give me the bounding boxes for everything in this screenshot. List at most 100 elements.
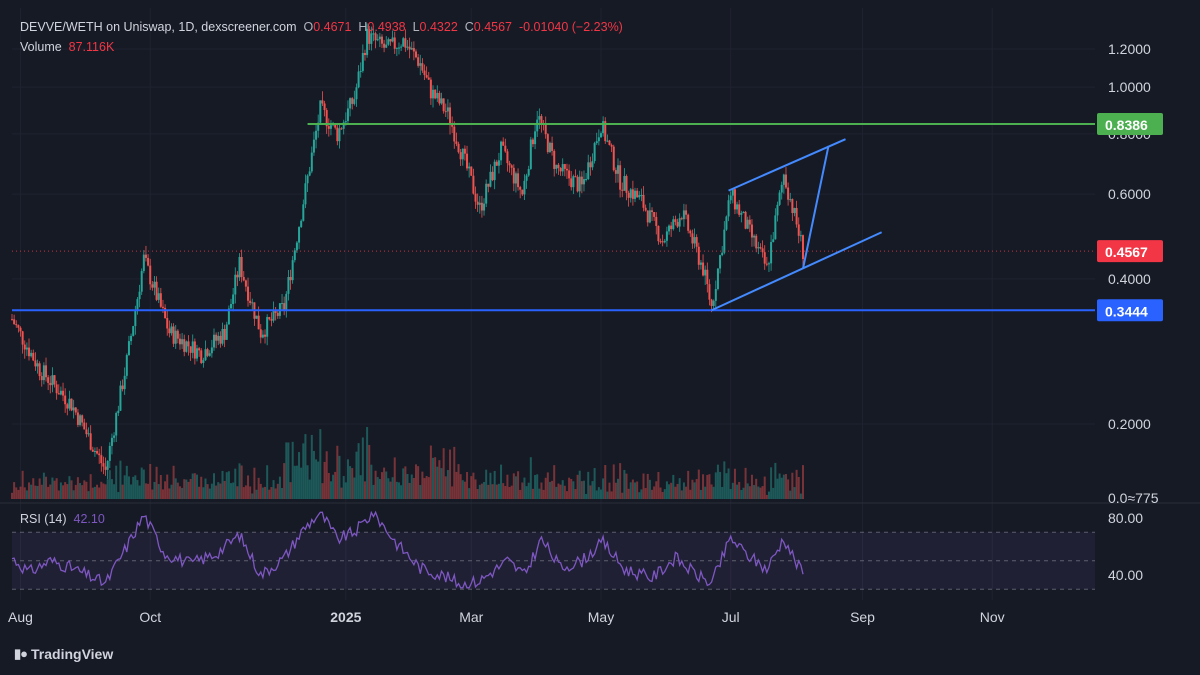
candle-body bbox=[561, 164, 564, 172]
candle-body bbox=[493, 161, 496, 181]
volume-bar bbox=[693, 482, 696, 499]
candle-body bbox=[32, 352, 35, 361]
volume-bar bbox=[591, 481, 594, 499]
candle-body bbox=[123, 375, 126, 390]
volume-bar bbox=[34, 485, 37, 499]
volume-bar bbox=[89, 474, 92, 499]
rsi-tick-label: 80.00 bbox=[1108, 510, 1143, 526]
candle-body bbox=[66, 404, 69, 409]
volume-bar bbox=[357, 443, 360, 499]
candle-body bbox=[42, 365, 45, 381]
candle-body bbox=[646, 210, 649, 223]
candle-body bbox=[523, 180, 526, 195]
volume-bar bbox=[714, 472, 717, 499]
volume-bar bbox=[359, 475, 362, 499]
volume-bar bbox=[710, 484, 713, 499]
volume-bar bbox=[397, 482, 400, 499]
candle-body bbox=[767, 263, 770, 265]
volume-bar bbox=[472, 472, 475, 499]
high-value: 0.4938 bbox=[367, 20, 406, 34]
candle-body bbox=[438, 92, 441, 104]
volume-bar bbox=[723, 461, 726, 499]
candle-body bbox=[540, 116, 543, 124]
volume-bar bbox=[508, 486, 511, 499]
volume-bar bbox=[13, 482, 16, 499]
volume-bar bbox=[25, 490, 28, 499]
candle-body bbox=[217, 335, 220, 341]
candle-body bbox=[702, 262, 705, 276]
volume-bar bbox=[546, 472, 549, 499]
volume-tick-label: 0.0≈775 bbox=[1108, 490, 1159, 506]
x-tick-May: May bbox=[588, 609, 614, 625]
candle-body bbox=[638, 195, 641, 198]
volume-bar bbox=[425, 476, 428, 499]
volume-bar bbox=[198, 486, 201, 499]
candle-body bbox=[729, 195, 732, 201]
x-tick-Jul: Jul bbox=[722, 609, 740, 625]
candle-body bbox=[736, 204, 739, 210]
candle-body bbox=[419, 63, 422, 66]
candle-body bbox=[370, 33, 373, 44]
volume-bar bbox=[281, 487, 284, 499]
volume-bar bbox=[617, 478, 619, 499]
candle-body bbox=[19, 327, 22, 332]
candle-body bbox=[410, 48, 413, 50]
volume-bar bbox=[676, 483, 679, 499]
volume-bar bbox=[295, 465, 298, 499]
volume-bar bbox=[230, 483, 233, 499]
volume-bar bbox=[70, 480, 73, 499]
close-label: C bbox=[464, 20, 474, 34]
candle-body bbox=[757, 247, 760, 249]
volume-bar bbox=[161, 489, 164, 499]
tradingview-logo[interactable]: ▮● TradingView bbox=[14, 646, 113, 662]
candle-body bbox=[155, 281, 158, 300]
candle-body bbox=[663, 240, 666, 243]
volume-bar bbox=[442, 448, 445, 499]
volume-bar bbox=[529, 457, 532, 499]
volume-bar bbox=[502, 483, 505, 499]
chart-canvas[interactable]: 1.20001.00000.80000.60000.40000.20000.0≈… bbox=[0, 0, 1200, 675]
volume-bar bbox=[653, 486, 656, 499]
candle-body bbox=[642, 194, 645, 208]
volume-bar bbox=[487, 484, 490, 499]
volume-bar bbox=[17, 489, 20, 499]
candle-body bbox=[176, 330, 179, 339]
candle-body bbox=[363, 52, 366, 56]
volume-bar bbox=[597, 487, 600, 499]
volume-bar bbox=[476, 489, 479, 499]
candle-body bbox=[272, 309, 275, 321]
volume-bar bbox=[408, 482, 411, 499]
volume-bar bbox=[351, 468, 354, 499]
volume-bar bbox=[417, 466, 420, 499]
volume-bar bbox=[274, 488, 277, 499]
candle-body bbox=[268, 317, 271, 320]
trendline-3 bbox=[802, 145, 830, 269]
low-value: 0.4322 bbox=[419, 20, 458, 34]
volume-bar bbox=[240, 465, 243, 499]
candle-body bbox=[682, 210, 685, 220]
volume-bar bbox=[791, 472, 794, 499]
candle-body bbox=[789, 199, 792, 201]
volume-bar bbox=[580, 481, 583, 499]
candle-body bbox=[49, 382, 52, 386]
x-tick-Oct: Oct bbox=[139, 609, 161, 625]
candle-body bbox=[285, 293, 288, 310]
price-tag-0.8386: 0.8386 bbox=[1105, 117, 1148, 133]
volume-bar bbox=[40, 484, 43, 499]
volume-bar bbox=[412, 477, 415, 499]
candle-body bbox=[536, 119, 539, 132]
volume-bar bbox=[423, 478, 426, 499]
volume-bar bbox=[733, 468, 736, 499]
volume-bar bbox=[646, 473, 649, 499]
candle-body bbox=[391, 37, 394, 42]
candle-body bbox=[302, 204, 305, 221]
candle-body bbox=[361, 52, 364, 71]
candle-body bbox=[665, 231, 668, 241]
volume-bar bbox=[213, 473, 215, 499]
candle-body bbox=[21, 331, 24, 345]
volume-bar bbox=[576, 474, 579, 499]
volume-bar bbox=[338, 455, 341, 499]
volume-bar bbox=[589, 485, 592, 499]
candle-body bbox=[240, 256, 243, 277]
volume-bar bbox=[96, 484, 99, 499]
